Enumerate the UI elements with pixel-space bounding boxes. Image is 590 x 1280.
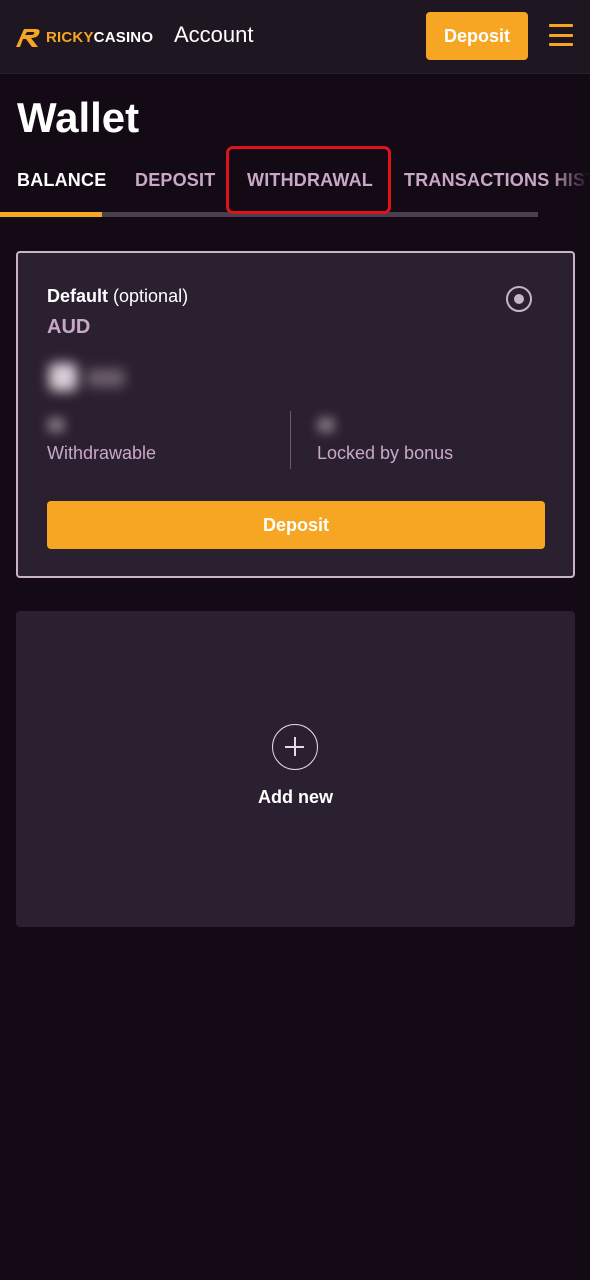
- ricky-casino-logo[interactable]: RICKYCASINO: [14, 24, 153, 50]
- hamburger-menu-icon[interactable]: [549, 24, 573, 46]
- blurred-locked-value: [317, 417, 335, 433]
- add-new-wallet-card[interactable]: Add new: [16, 611, 575, 927]
- withdrawal-highlight-box: [226, 146, 391, 214]
- page-title: Wallet: [17, 94, 140, 141]
- add-new-label: Add new: [258, 787, 333, 807]
- logo-text: RICKYCASINO: [46, 28, 154, 46]
- wallet-currency: AUD: [47, 316, 91, 338]
- withdrawable-label: Withdrawable: [47, 443, 157, 463]
- header-title: Account: [174, 22, 254, 47]
- balance-divider: [290, 411, 291, 469]
- plus-circle-icon[interactable]: [272, 724, 318, 770]
- wallet-name: Default (optional): [47, 286, 189, 306]
- wallet-deposit-button[interactable]: Deposit: [47, 501, 545, 549]
- blurred-withdrawable-value: [47, 417, 65, 433]
- tab-deposit[interactable]: DEPOSIT: [135, 170, 215, 210]
- tab-active-indicator: [0, 212, 102, 217]
- wallet-card-default[interactable]: Default (optional) AUD Withdrawable Lock…: [16, 251, 575, 578]
- locked-by-bonus-label: Locked by bonus: [317, 443, 454, 463]
- blurred-balance-amount: [47, 361, 129, 393]
- logo-mark-icon: [16, 29, 40, 47]
- tabs-fade-overlay: [550, 160, 590, 218]
- app-header: RICKYCASINO Account Deposit: [0, 0, 590, 74]
- tab-balance[interactable]: BALANCE: [17, 170, 106, 210]
- header-deposit-button[interactable]: Deposit: [426, 12, 528, 60]
- selected-radio-icon[interactable]: [506, 286, 532, 312]
